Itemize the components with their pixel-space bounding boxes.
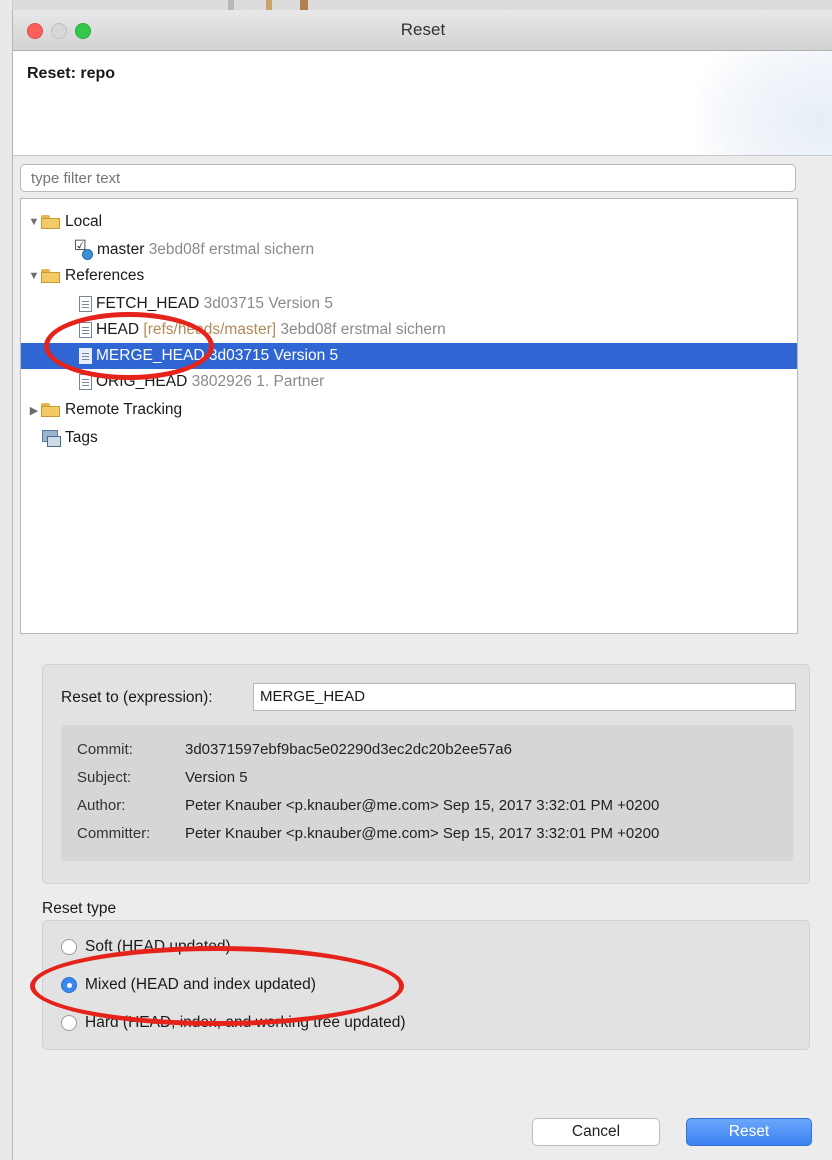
mixed-radio[interactable] xyxy=(61,977,77,993)
tree-node-tags[interactable]: Tags xyxy=(21,425,797,451)
hard-radio[interactable] xyxy=(61,1015,77,1031)
tree-node-remote-tracking[interactable]: ▶ Remote Tracking xyxy=(21,397,797,423)
soft-reset-option[interactable]: Soft (HEAD updated) xyxy=(61,933,231,961)
cancel-button[interactable]: Cancel xyxy=(532,1118,660,1146)
tree-node-references[interactable]: ▼ References xyxy=(21,263,797,289)
branch-name: master xyxy=(97,241,145,258)
background-toolbar-mark xyxy=(300,0,308,10)
tree-node-fetch-head[interactable]: FETCH_HEAD 3d03715 Version 5 xyxy=(21,291,797,317)
folder-icon xyxy=(41,269,61,283)
window-title: Reset xyxy=(400,20,446,39)
committer-row: Committer: Peter Knauber <p.knauber@me.c… xyxy=(77,825,659,851)
tree-node-merge-head[interactable]: MERGE_HEAD 3d03715 Version 5 xyxy=(21,343,797,369)
soft-label: Soft (HEAD updated) xyxy=(85,938,231,955)
reset-button[interactable]: Reset xyxy=(686,1118,812,1146)
commit-value: 3d0371597ebf9bac5e02290d3ec2dc20b2ee57a6 xyxy=(185,741,512,758)
tree-node-local[interactable]: ▼ Local xyxy=(21,209,797,235)
ref-detail: 3d03715 Version 5 xyxy=(208,347,339,364)
ref-file-icon xyxy=(79,322,92,338)
ref-detail: 3802926 1. Partner xyxy=(191,373,325,390)
reset-type-group: Soft (HEAD updated) Mixed (HEAD and inde… xyxy=(42,920,810,1050)
ref-target: [refs/heads/master] xyxy=(143,321,277,338)
ref-name: MERGE_HEAD xyxy=(96,347,205,364)
tags-icon xyxy=(41,429,61,447)
ref-name: FETCH_HEAD xyxy=(96,295,200,312)
tree-node-head[interactable]: HEAD [refs/heads/master] 3ebd08f erstmal… xyxy=(21,317,797,343)
author-value: Peter Knauber <p.knauber@me.com> Sep 15,… xyxy=(185,797,660,814)
tree-node-master[interactable]: master 3ebd08f erstmal sichern xyxy=(21,237,797,263)
background-window-strip xyxy=(0,0,832,10)
ref-detail: 3ebd08f erstmal sichern xyxy=(280,321,446,338)
folder-icon xyxy=(41,403,61,417)
expression-input[interactable]: MERGE_HEAD xyxy=(253,683,796,711)
author-label: Author: xyxy=(77,797,126,814)
expression-label: Reset to (expression): xyxy=(61,689,213,706)
title-bar: Reset xyxy=(13,10,832,51)
commit-label: Commit: xyxy=(77,741,133,758)
background-toolbar-mark xyxy=(228,0,234,10)
checked-out-branch-icon xyxy=(74,237,93,260)
ref-name: HEAD xyxy=(96,321,140,338)
collapsed-arrow-icon[interactable]: ▶ xyxy=(27,404,41,417)
reset-target-group: Reset to (expression): MERGE_HEAD Commit… xyxy=(42,664,810,884)
commit-info-panel: Commit: 3d0371597ebf9bac5e02290d3ec2dc20… xyxy=(61,725,793,861)
soft-radio[interactable] xyxy=(61,939,77,955)
ref-name: ORIG_HEAD xyxy=(96,373,188,390)
ref-file-icon xyxy=(79,374,92,390)
author-row: Author: Peter Knauber <p.knauber@me.com>… xyxy=(77,797,659,823)
tree-node-label: Local xyxy=(65,213,103,230)
mixed-reset-option[interactable]: Mixed (HEAD and index updated) xyxy=(61,971,316,999)
subject-row: Subject: Version 5 xyxy=(77,769,248,795)
tree-node-label: Remote Tracking xyxy=(65,401,183,418)
dialog-header: Reset: repo xyxy=(13,51,832,156)
expanded-arrow-icon[interactable]: ▼ xyxy=(27,270,41,282)
subject-value: Version 5 xyxy=(185,769,248,786)
commit-row: Commit: 3d0371597ebf9bac5e02290d3ec2dc20… xyxy=(77,741,512,767)
committer-label: Committer: xyxy=(77,825,151,842)
ref-tree[interactable]: ▼ Local master 3ebd08f erstmal sichern ▼… xyxy=(20,198,798,634)
folder-icon xyxy=(41,215,61,229)
mixed-label: Mixed (HEAD and index updated) xyxy=(85,976,316,993)
ref-detail: 3d03715 Version 5 xyxy=(203,295,333,312)
ref-file-icon xyxy=(79,296,92,312)
header-banner-graphic xyxy=(693,51,832,155)
tree-node-orig-head[interactable]: ORIG_HEAD 3802926 1. Partner xyxy=(21,369,797,395)
expanded-arrow-icon[interactable]: ▼ xyxy=(27,216,41,228)
hard-label: Hard (HEAD, index, and working tree upda… xyxy=(85,1014,406,1031)
branch-detail: 3ebd08f erstmal sichern xyxy=(148,241,315,258)
dialog-title: Reset: repo xyxy=(27,65,116,82)
background-toolbar-mark xyxy=(266,0,272,10)
committer-value: Peter Knauber <p.knauber@me.com> Sep 15,… xyxy=(185,825,660,842)
ref-file-icon xyxy=(79,348,92,364)
subject-label: Subject: xyxy=(77,769,132,786)
reset-type-label: Reset type xyxy=(42,900,117,917)
tree-node-label: References xyxy=(65,267,145,284)
hard-reset-option[interactable]: Hard (HEAD, index, and working tree upda… xyxy=(61,1009,406,1037)
filter-input[interactable] xyxy=(20,164,796,192)
tree-node-label: Tags xyxy=(65,429,98,446)
